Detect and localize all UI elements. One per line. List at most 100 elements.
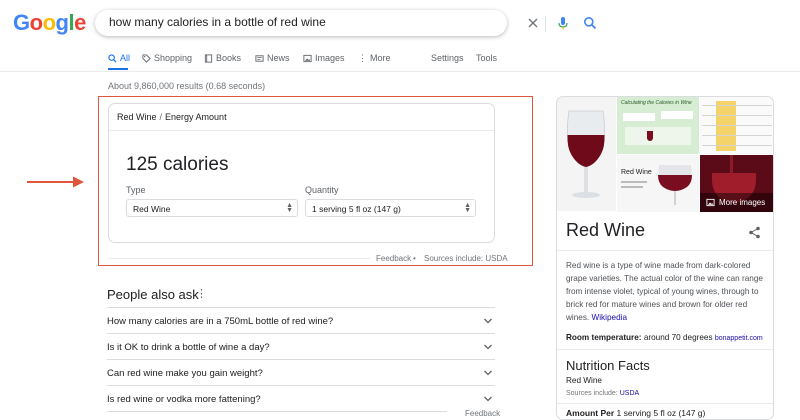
microphone-icon[interactable] [556,16,570,30]
infographic-title: Calculating the Calories in Wine [621,100,692,106]
more-options-icon[interactable]: ⋮ [196,287,207,300]
nutrition-sources: Sources include: USDA [566,390,639,397]
tab-all[interactable]: All [108,53,130,63]
room-temperature-value: around 70 degrees [643,333,713,342]
tab-label: Images [315,53,345,63]
search-input[interactable] [109,15,409,29]
google-logo[interactable]: Google [13,10,86,36]
image-icon [303,54,312,62]
breadcrumb: Red Wine / Energy Amount [117,112,227,122]
tab-settings[interactable]: Settings [431,53,464,63]
wine-glass-image[interactable] [557,97,616,211]
logo-letter: o [42,10,56,35]
breadcrumb-separator: / [159,112,163,122]
amount-per-label: Amount Per [566,408,615,418]
logo-letter: g [55,10,69,35]
red-wine-image-label: Red Wine [621,169,652,176]
infographic-image[interactable]: Calculating the Calories in Wine [617,97,699,154]
text-line [621,181,647,183]
table-line [702,145,772,146]
paa-question-text: How many calories are in a 750mL bottle … [107,316,334,327]
logo-letter: e [74,10,86,35]
infographic-glass [647,131,653,141]
table-line [702,125,772,126]
newspaper-icon [255,54,264,62]
type-select-value: Red Wine [133,204,171,214]
wine-glass-icon [658,165,692,205]
nutrition-table-image[interactable] [700,97,773,154]
tab-label: More [370,53,391,63]
paa-feedback-link[interactable]: Feedback [465,409,500,418]
quantity-label: Quantity [305,185,339,195]
breadcrumb-item[interactable]: Energy Amount [165,112,227,122]
updown-chevron-icon: ▲ ▼ [286,202,293,214]
tab-label: News [267,53,290,63]
search-icon [108,53,117,63]
share-icon[interactable] [748,226,761,239]
active-tab-indicator [108,68,128,70]
nutrition-facts-heading: Nutrition Facts [566,358,650,373]
wikipedia-link[interactable]: Wikipedia [592,313,628,322]
book-icon [204,53,213,63]
paa-question[interactable]: Is it OK to drink a bottle of wine a day… [107,333,495,360]
separator-dot: • [413,254,416,263]
paa-question[interactable]: How many calories are in a 750mL bottle … [107,307,495,334]
paa-question-text: Is red wine or vodka more fattening? [107,394,261,405]
header-divider [0,71,800,72]
nutrition-facts-subject: Red Wine [566,376,602,385]
room-temperature-row: Room temperature: around 70 degrees bona… [566,333,763,342]
tab-books[interactable]: Books [204,53,241,63]
chevron-down-icon [484,318,492,324]
room-temperature-source[interactable]: bonappetit.com [715,335,763,342]
feedback-divider [108,258,370,259]
search-icon[interactable] [583,16,597,30]
chevron-down-icon [484,396,492,402]
paa-question[interactable]: Is red wine or vodka more fattening? [107,385,495,412]
tab-news[interactable]: News [255,53,290,63]
clear-icon[interactable] [526,16,540,30]
result-stats: About 9,860,000 results (0.68 seconds) [108,81,266,91]
nutrition-sources-link[interactable]: USDA [620,390,639,397]
feedback-link[interactable]: Feedback [376,254,411,263]
quantity-select[interactable]: 1 serving 5 fl oz (147 g) ▲ ▼ [305,199,476,217]
type-select[interactable]: Red Wine ▲ ▼ [126,199,298,217]
wine-pour-image[interactable]: More images [700,155,773,212]
table-line [702,115,772,116]
chevron-down-icon [484,344,492,350]
more-images-overlay[interactable]: More images [700,193,773,212]
paa-question-text: Can red wine make you gain weight? [107,368,263,379]
type-label: Type [126,185,146,195]
tab-label: Books [216,53,242,63]
image-icon [706,198,715,207]
panel-divider [557,250,773,251]
tab-images[interactable]: Images [303,53,345,63]
tab-tools[interactable]: Tools [476,53,497,63]
updown-chevron-icon: ▲ ▼ [464,202,471,214]
room-temperature-label: Room temperature: [566,333,642,342]
search-divider [545,16,546,32]
entity-title: Red Wine [566,220,646,240]
infographic-block [661,111,693,119]
tag-icon [142,53,151,63]
table-column [716,101,736,151]
breadcrumb-item[interactable]: Red Wine [117,112,157,122]
tab-label: Tools [476,53,498,63]
wine-glass-icon [567,110,605,198]
red-arrow-annotation [27,176,84,188]
wine-stream [730,155,733,175]
tab-label: All [120,53,131,63]
red-wine-card-image[interactable]: Red Wine [617,155,699,212]
entity-description: Red wine is a type of wine made from dar… [566,259,766,324]
paa-question[interactable]: Can red wine make you gain weight? [107,359,495,386]
tab-shopping[interactable]: Shopping [142,53,192,63]
nutrition-sources-label: Sources include: [566,390,618,397]
table-line [702,105,772,106]
chevron-down-icon [484,370,492,376]
tab-more[interactable]: ⋮ More [358,53,391,63]
vertical-dots-icon: ⋮ [358,52,367,63]
search-box[interactable] [95,10,597,36]
table-line [702,135,772,136]
amount-per-value[interactable]: 1 serving 5 fl oz (147 g) [617,408,706,418]
card-divider [109,130,494,131]
paa-question-text: Is it OK to drink a bottle of wine a day… [107,342,270,353]
